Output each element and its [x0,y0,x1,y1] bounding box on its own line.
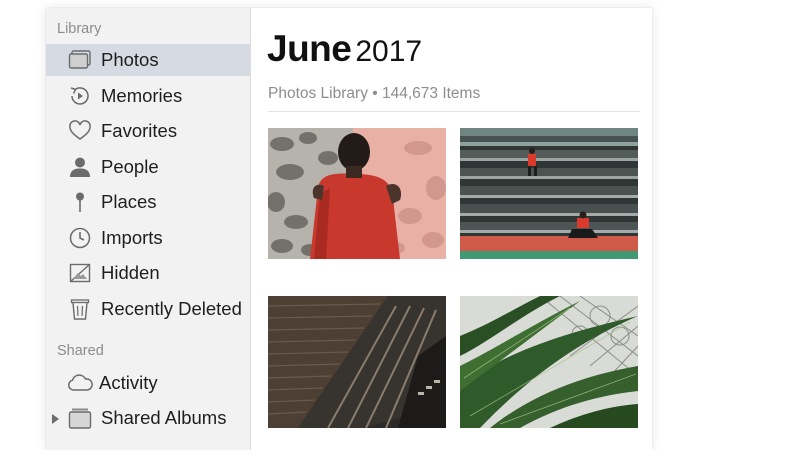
library-item-count: Photos Library • 144,673 Items [268,85,481,102]
sidebar-item-label: People [101,156,159,177]
person-icon [66,155,94,179]
memories-icon [66,84,94,108]
shared-section-header: Shared [57,343,104,359]
sidebar-item-recently-deleted[interactable]: Recently Deleted [46,293,250,325]
title-month: June [267,28,352,69]
sidebar-item-label: Memories [101,85,183,106]
sidebar-item-imports[interactable]: Imports [46,222,250,254]
sidebar-item-activity[interactable]: Activity [46,367,250,399]
photo-thumbnail-4[interactable] [460,296,638,428]
photos-window: Library Photos Memories Favorites People [46,8,652,450]
divider [268,111,640,112]
sidebar-item-people[interactable]: People [46,151,250,183]
sidebar-item-label: Hidden [101,262,160,283]
disclosure-triangle-icon[interactable] [52,414,59,424]
sidebar-item-shared-albums[interactable]: Shared Albums [46,402,250,434]
sidebar-item-memories[interactable]: Memories [46,80,250,112]
photos-icon [66,48,94,72]
sidebar-item-label: Photos [101,49,159,70]
library-section-header: Library [57,21,102,37]
main-content: June 2017 Photos Library • 144,673 Items [251,8,652,450]
pin-icon [66,190,94,214]
title-year: 2017 [355,35,423,68]
sidebar-item-photos[interactable]: Photos [46,44,250,76]
sidebar-item-label: Recently Deleted [101,298,242,319]
sidebar-item-label: Shared Albums [101,407,227,428]
photo-thumbnail-1[interactable] [268,128,446,259]
sidebar-item-label: Imports [101,227,163,248]
sidebar-item-label: Activity [99,372,158,393]
sidebar-item-label: Places [101,191,157,212]
photo-thumbnail-3[interactable] [268,296,446,428]
sidebar: Library Photos Memories Favorites People [46,8,251,450]
hidden-icon [66,261,94,285]
heart-icon [66,119,94,143]
photo-thumbnail-2[interactable] [460,128,638,259]
cloud-icon [66,371,94,395]
sidebar-item-label: Favorites [101,120,178,141]
album-icon [66,406,94,430]
sidebar-item-places[interactable]: Places [46,186,250,218]
sidebar-item-hidden[interactable]: Hidden [46,257,250,289]
clock-icon [66,226,94,250]
page-title: June 2017 [267,28,422,73]
trash-icon [66,297,94,321]
sidebar-item-favorites[interactable]: Favorites [46,115,250,147]
